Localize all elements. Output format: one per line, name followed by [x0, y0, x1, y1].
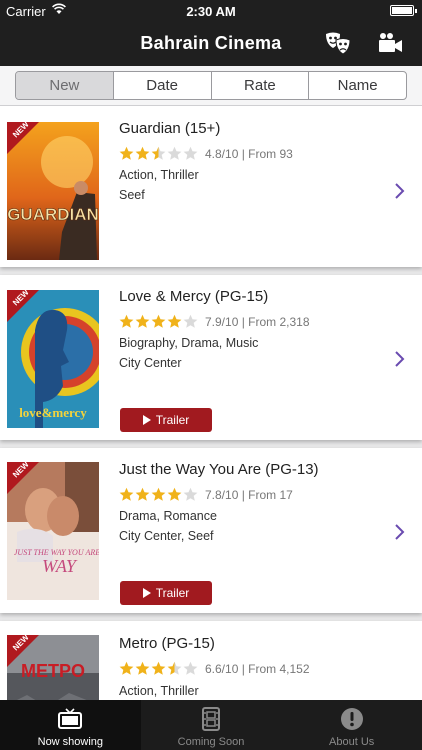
movie-card[interactable]: METPO NEW Metro (PG-15) 6.6/10 | From 4,… [0, 621, 422, 700]
page-title: Bahrain Cinema [140, 33, 282, 53]
star-icon [183, 146, 198, 160]
film-icon [202, 707, 220, 731]
battery-icon [390, 5, 417, 16]
movie-genres: Biography, Drama, Music [119, 336, 259, 350]
movie-poster: JUST THE WAY YOU ARE WAY NEW [7, 462, 99, 600]
movie-title: Guardian (15+) [119, 120, 221, 137]
trailer-button[interactable]: Trailer [120, 408, 212, 432]
poster-text: love&mercy [19, 405, 87, 420]
star-icon [135, 487, 150, 501]
star-icon [167, 661, 182, 675]
movie-card[interactable]: JUST THE WAY YOU ARE WAY NEW Just the Wa… [0, 448, 422, 613]
star-icon [135, 661, 150, 675]
star-icon [135, 314, 150, 328]
video-camera-icon [379, 33, 402, 52]
rating-row: 7.9/10 | From 2,318 [119, 314, 310, 329]
poster-word-way: WAY [42, 556, 78, 576]
star-icon [119, 314, 134, 328]
tab-label: About Us [329, 736, 375, 748]
segment-date[interactable]: Date [114, 72, 212, 99]
chevron-right-icon[interactable] [394, 182, 406, 200]
star-icon [151, 314, 166, 328]
movie-location: Seef [119, 188, 145, 202]
movie-poster: METPO NEW [7, 635, 99, 700]
info-icon [340, 708, 363, 730]
chevron-right-icon[interactable] [394, 523, 406, 541]
star-rating [119, 146, 199, 161]
theater-masks-button[interactable] [323, 30, 353, 58]
play-icon [142, 588, 151, 598]
star-rating [119, 661, 199, 676]
status-bar: Carrier 2:30 AM [0, 0, 422, 22]
movie-poster: GUARDIAN NEW [7, 122, 99, 260]
star-icon [183, 487, 198, 501]
movie-genres: Action, Thriller [119, 684, 199, 698]
rating-row: 7.8/10 | From 17 [119, 487, 293, 502]
star-icon [135, 146, 150, 160]
star-icon [119, 487, 134, 501]
trailer-label: Trailer [155, 586, 190, 600]
star-icon [183, 314, 198, 328]
trailer-button[interactable]: Trailer [120, 581, 212, 605]
tab-label: Coming Soon [177, 736, 245, 748]
star-icon [151, 146, 166, 160]
tab-now-showing[interactable]: Now showing [0, 700, 141, 750]
movie-location: City Center [119, 356, 182, 370]
chevron-right-icon[interactable] [394, 350, 406, 368]
segment-new[interactable]: New [16, 72, 114, 99]
segment-rate[interactable]: Rate [212, 72, 310, 99]
play-icon [142, 415, 151, 425]
rating-text: 7.9/10 | From 2,318 [205, 314, 310, 329]
clock: 2:30 AM [186, 4, 236, 19]
movie-genres: Action, Thriller [119, 168, 199, 182]
segment-name[interactable]: Name [309, 72, 406, 99]
movie-title: Metro (PG-15) [119, 635, 215, 652]
movie-title: Just the Way You Are (PG-13) [119, 461, 319, 478]
tab-label: Now showing [37, 736, 104, 748]
movie-list[interactable]: GUARDIAN NEW Guardian (15+) 4.8/10 | Fro… [0, 106, 422, 700]
star-icon [119, 661, 134, 675]
star-icon [167, 487, 182, 501]
star-rating [119, 314, 199, 329]
movie-card[interactable]: love&mercy NEW Love & Mercy (PG-15) 7.9/… [0, 275, 422, 440]
movie-poster: love&mercy NEW [7, 290, 99, 428]
star-icon [167, 314, 182, 328]
video-camera-button[interactable] [376, 30, 406, 58]
star-icon [151, 661, 166, 675]
tab-about-us[interactable]: About Us [281, 700, 422, 750]
navigation-bar: Bahrain Cinema [0, 22, 422, 66]
star-icon [119, 146, 134, 160]
rating-row: 6.6/10 | From 4,152 [119, 661, 310, 676]
rating-text: 6.6/10 | From 4,152 [205, 661, 310, 676]
poster-text: METPO [21, 661, 85, 681]
theater-masks-icon [326, 32, 351, 55]
movie-title: Love & Mercy (PG-15) [119, 288, 269, 305]
movie-location: City Center, Seef [119, 529, 214, 543]
trailer-label: Trailer [155, 413, 190, 427]
tv-icon [58, 708, 83, 729]
sort-bar: New Date Rate Name [0, 66, 422, 106]
poster-text: GUARDIAN [7, 205, 99, 224]
star-icon [183, 661, 198, 675]
star-rating [119, 487, 199, 502]
movie-card[interactable]: GUARDIAN NEW Guardian (15+) 4.8/10 | Fro… [0, 106, 422, 267]
star-icon [151, 487, 166, 501]
movie-genres: Drama, Romance [119, 509, 217, 523]
tab-coming-soon[interactable]: Coming Soon [141, 700, 282, 750]
star-icon [167, 146, 182, 160]
rating-row: 4.8/10 | From 93 [119, 146, 293, 161]
rating-text: 7.8/10 | From 17 [205, 487, 293, 502]
rating-text: 4.8/10 | From 93 [205, 146, 293, 161]
sort-segmented-control: New Date Rate Name [15, 71, 407, 100]
tab-bar: Now showing Coming Soon About Us [0, 700, 422, 750]
